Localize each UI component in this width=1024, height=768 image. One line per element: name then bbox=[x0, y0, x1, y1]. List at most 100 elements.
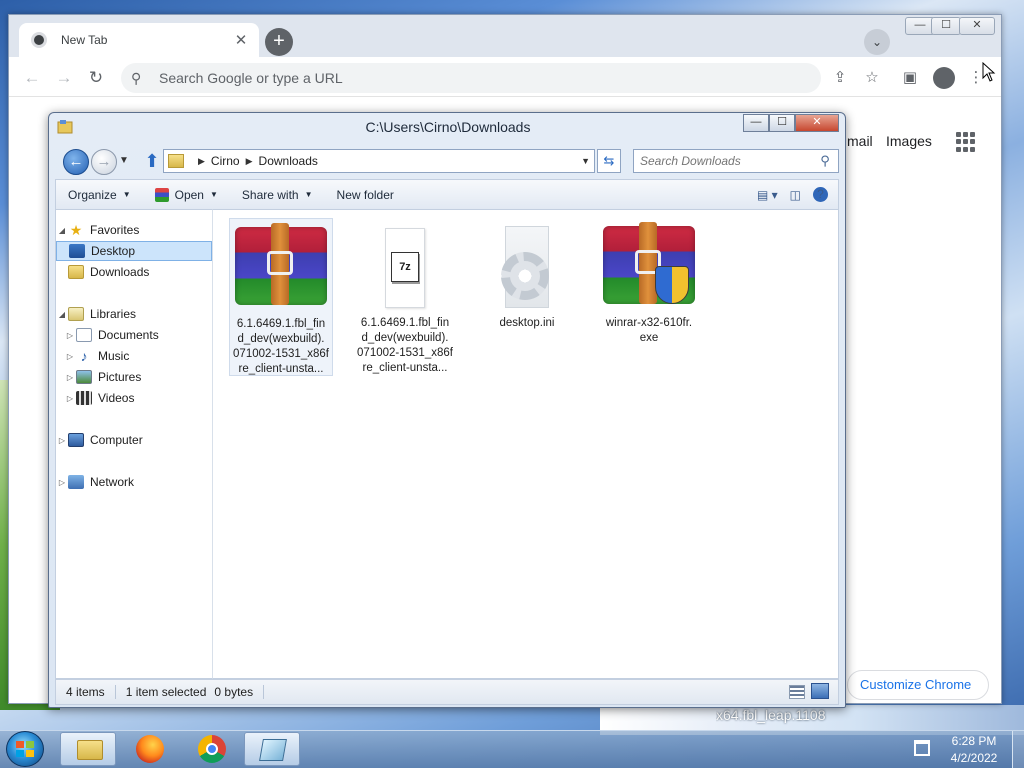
customize-chrome-button[interactable]: Customize Chrome bbox=[847, 670, 989, 700]
file-item[interactable]: desktop.ini bbox=[475, 218, 579, 338]
chevron-down-icon: ▼ bbox=[209, 190, 218, 199]
file-name-line: re_client-unsta... bbox=[362, 362, 448, 374]
chrome-close-button[interactable]: ✕ bbox=[959, 17, 995, 35]
file-name-line: 6.1.6469.1.fbl_fin bbox=[360, 317, 450, 329]
network-tray-icon[interactable] bbox=[914, 740, 930, 756]
omnibox[interactable]: ⚲ Search Google or type a URL bbox=[121, 63, 821, 93]
taskbar-explorer[interactable] bbox=[60, 732, 116, 766]
address-bar[interactable]: ▶ Cirno ▶ Downloads ▼ bbox=[163, 149, 595, 173]
nav-favorites[interactable]: ◢ ★ Favorites bbox=[56, 220, 212, 240]
help-icon[interactable]: ? bbox=[813, 187, 828, 202]
collapsed-icon[interactable]: ▷ bbox=[56, 478, 68, 487]
folder-icon bbox=[77, 740, 103, 760]
back-icon[interactable]: ← bbox=[19, 65, 45, 91]
downloads-folder-icon bbox=[68, 265, 84, 279]
nav-computer[interactable]: ▷ Computer bbox=[56, 430, 212, 450]
breadcrumb-separator-icon[interactable]: ▶ bbox=[198, 156, 205, 167]
file-name-line: 6.1.6469.1.fbl_fin bbox=[236, 318, 326, 330]
change-view-icon[interactable]: ▤ ▾ bbox=[757, 188, 778, 202]
tab-title: New Tab bbox=[61, 33, 108, 47]
breadcrumb-separator-icon[interactable]: ▶ bbox=[246, 156, 253, 167]
explorer-maximize-button[interactable]: ☐ bbox=[769, 114, 795, 132]
bookmark-star-icon[interactable]: ☆ bbox=[861, 67, 883, 89]
clock-date[interactable]: 4/2/2022 bbox=[942, 751, 1006, 765]
breadcrumb-downloads[interactable]: Downloads bbox=[259, 154, 318, 168]
up-arrow-icon[interactable]: ⬆ bbox=[143, 151, 161, 171]
nav-network[interactable]: ▷ Network bbox=[56, 472, 212, 492]
breadcrumb-cirno[interactable]: Cirno bbox=[211, 154, 240, 168]
expanded-icon[interactable]: ◢ bbox=[56, 310, 68, 319]
address-dropdown-icon[interactable]: ▼ bbox=[581, 156, 590, 166]
forward-icon[interactable]: → bbox=[51, 65, 77, 91]
file-item[interactable]: winrar-x32-610fr. exe bbox=[597, 218, 701, 348]
search-icon: ⚲ bbox=[131, 69, 142, 86]
file-name-line: desktop.ini bbox=[499, 317, 555, 329]
nav-videos[interactable]: ▷ Videos bbox=[56, 388, 212, 408]
share-icon[interactable]: ⇪ bbox=[829, 67, 851, 89]
taskbar-shell[interactable] bbox=[244, 732, 300, 766]
windows-logo-icon bbox=[16, 741, 34, 757]
recent-pages-dropdown[interactable]: ▼ bbox=[119, 155, 129, 166]
forward-button[interactable]: → bbox=[91, 149, 117, 175]
nav-music[interactable]: ▷ ♪ Music bbox=[56, 346, 212, 366]
search-icon[interactable]: ⚲ bbox=[817, 153, 833, 169]
tab-close-button[interactable]: ✕ bbox=[233, 31, 249, 49]
collapsed-icon[interactable]: ▷ bbox=[64, 394, 76, 403]
search-input[interactable] bbox=[633, 149, 839, 173]
chrome-maximize-button[interactable]: ☐ bbox=[931, 17, 961, 35]
nav-documents[interactable]: ▷ Documents bbox=[56, 325, 212, 345]
pictures-icon bbox=[76, 370, 92, 384]
nav-desktop[interactable]: Desktop bbox=[56, 241, 212, 261]
file-item[interactable]: 6.1.6469.1.fbl_fin d_dev(wexbuild). 0710… bbox=[229, 218, 333, 376]
selection-count: 1 item selected bbox=[125, 685, 207, 699]
expanded-icon[interactable]: ◢ bbox=[56, 226, 68, 235]
nav-downloads[interactable]: Downloads bbox=[56, 262, 212, 282]
explorer-close-button[interactable]: ✕ bbox=[795, 114, 839, 132]
nav-label: Favorites bbox=[90, 223, 140, 237]
star-icon: ★ bbox=[69, 222, 83, 238]
file-name-line: d_dev(wexbuild). bbox=[361, 332, 449, 344]
side-panel-icon[interactable]: ▣ bbox=[899, 67, 921, 89]
refresh-button[interactable]: ⇆ bbox=[597, 149, 621, 173]
new-tab-button[interactable]: + bbox=[265, 28, 293, 56]
nav-libraries[interactable]: ◢ Libraries bbox=[56, 304, 212, 324]
new-folder-button[interactable]: New folder bbox=[325, 188, 406, 202]
7z-archive-icon: 7z bbox=[357, 222, 453, 312]
file-name-line: d_dev(wexbuild). bbox=[237, 333, 325, 345]
taskbar-firefox[interactable] bbox=[122, 732, 178, 766]
preview-pane-icon[interactable]: ◫ bbox=[790, 188, 801, 202]
chrome-tab[interactable]: New Tab ✕ bbox=[19, 23, 259, 57]
large-icons-view-icon[interactable] bbox=[811, 683, 829, 699]
open-menu[interactable]: Open ▼ bbox=[143, 187, 230, 202]
details-view-icon[interactable] bbox=[789, 685, 805, 699]
open-label: Open bbox=[174, 187, 204, 202]
collapsed-icon[interactable]: ▷ bbox=[64, 352, 76, 361]
organize-menu[interactable]: Organize ▼ bbox=[56, 188, 143, 202]
tab-search-button[interactable]: ⌄ bbox=[864, 29, 890, 55]
collapsed-icon[interactable]: ▷ bbox=[64, 373, 76, 382]
file-name-line: exe bbox=[639, 332, 659, 344]
chevron-down-icon: ▼ bbox=[304, 190, 313, 199]
clock-time[interactable]: 6:28 PM bbox=[946, 734, 1002, 748]
nav-label: Desktop bbox=[91, 244, 136, 258]
profile-icon[interactable] bbox=[933, 67, 955, 89]
collapsed-icon[interactable]: ▷ bbox=[56, 436, 68, 445]
documents-icon bbox=[76, 328, 92, 342]
taskbar-chrome[interactable] bbox=[184, 732, 240, 766]
desktop-icon bbox=[69, 244, 85, 258]
collapsed-icon[interactable]: ▷ bbox=[64, 331, 76, 340]
reload-icon[interactable]: ↻ bbox=[83, 65, 109, 91]
nav-pictures[interactable]: ▷ Pictures bbox=[56, 367, 212, 387]
show-desktop-button[interactable] bbox=[1012, 731, 1024, 768]
share-with-menu[interactable]: Share with ▼ bbox=[230, 188, 325, 202]
images-link[interactable]: Images bbox=[886, 133, 932, 149]
file-name-line: 071002-1531_x86f bbox=[233, 348, 329, 360]
winrar-archive-icon bbox=[233, 223, 329, 313]
file-item[interactable]: 7z 6.1.6469.1.fbl_fin d_dev(wexbuild). 0… bbox=[353, 218, 457, 376]
apps-grid-icon[interactable] bbox=[956, 132, 976, 152]
gmail-link[interactable]: mail bbox=[847, 133, 873, 149]
explorer-minimize-button[interactable]: — bbox=[743, 114, 769, 132]
file-name-line: 071002-1531_x86f bbox=[357, 347, 453, 359]
back-button[interactable]: ← bbox=[63, 149, 89, 175]
desktop-background-text: x64.fbl_leap.1108 bbox=[716, 707, 826, 723]
